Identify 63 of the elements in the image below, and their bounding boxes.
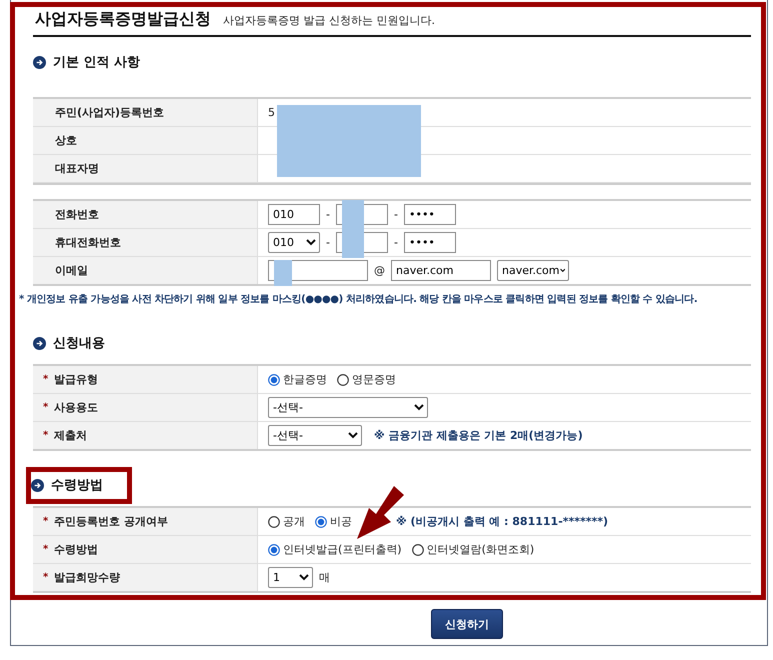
field-label: 수령방법 bbox=[54, 542, 98, 556]
required-mark: * bbox=[43, 516, 48, 528]
field-label: 사용용도 bbox=[54, 400, 98, 414]
note-text: ※ (비공개시 출력 예 : 881111-*******) bbox=[396, 514, 608, 528]
field-label: 주민(사업자)등록번호 bbox=[55, 106, 164, 120]
section-heading: 수령방법 bbox=[51, 478, 103, 493]
select-field[interactable]: -선택- bbox=[268, 397, 428, 418]
cell-value: 5 bbox=[268, 106, 275, 120]
separator-text: - bbox=[326, 236, 330, 250]
radio-button[interactable] bbox=[268, 544, 280, 556]
arrow-circle-icon bbox=[33, 337, 46, 350]
separator-text: - bbox=[326, 208, 330, 222]
caret-icon bbox=[414, 404, 424, 411]
radio-button[interactable] bbox=[412, 544, 424, 556]
radio-button[interactable] bbox=[268, 516, 280, 528]
caret-icon bbox=[306, 239, 316, 246]
radio-button[interactable] bbox=[315, 516, 327, 528]
caret-icon bbox=[348, 432, 358, 439]
field-label: 전화번호 bbox=[55, 208, 99, 222]
separator-text: - bbox=[394, 236, 398, 250]
input-field[interactable]: •••• bbox=[404, 232, 456, 253]
notice-text: * 개인정보 유출 가능성을 사전 차단하기 위해 일부 정보를 마스킹(●●●●) 처리하였습니다. 해당 칸을 마우스로 클릭하면 입력된 정보를 확인할 수 있습니다. bbox=[19, 294, 698, 306]
page-description: 사업자등록증명 발급 신청하는 민원입니다. bbox=[223, 13, 435, 28]
caret-icon bbox=[299, 574, 309, 581]
select-field[interactable]: -선택- bbox=[268, 425, 362, 446]
section-heading: 신청내용 bbox=[53, 336, 105, 351]
required-mark: * bbox=[43, 544, 48, 556]
field-label: 발급희망수량 bbox=[54, 570, 120, 584]
field-label: 주민등록번호 공개여부 bbox=[54, 514, 168, 528]
submit-button[interactable]: 신청하기 bbox=[431, 609, 503, 639]
radio-option[interactable]: 인터넷열람(화면조회) bbox=[412, 542, 534, 556]
unit-text: 매 bbox=[319, 570, 330, 584]
field-label: 이메일 bbox=[55, 264, 88, 278]
required-mark: * bbox=[43, 572, 48, 584]
select-field[interactable]: naver.com bbox=[497, 260, 569, 281]
field-label: 제출처 bbox=[54, 428, 88, 442]
at-sign: @ bbox=[374, 264, 385, 278]
arrow-circle-icon bbox=[31, 479, 44, 492]
radio-option[interactable]: 공개 bbox=[268, 514, 305, 528]
field-label: 발급유형 bbox=[54, 372, 98, 386]
page-title: 사업자등록증명발급신청 bbox=[35, 9, 211, 29]
radio-button[interactable] bbox=[337, 374, 349, 386]
radio-option[interactable]: 인터넷발급(프린터출력) bbox=[268, 542, 402, 556]
input-field[interactable]: 010 bbox=[268, 204, 320, 225]
section-heading: 기본 인적 사항 bbox=[53, 55, 140, 70]
required-mark: * bbox=[43, 430, 48, 442]
required-mark: * bbox=[43, 402, 48, 414]
field-label: 대표자명 bbox=[55, 162, 99, 176]
input-field[interactable]: naver.com bbox=[391, 260, 491, 281]
radio-option[interactable]: 비공 bbox=[315, 514, 352, 528]
field-label: 휴대전화번호 bbox=[55, 236, 121, 250]
separator-text: - bbox=[394, 208, 398, 222]
caret-icon bbox=[560, 267, 565, 274]
field-label: 상호 bbox=[55, 134, 77, 148]
arrow-circle-icon bbox=[33, 56, 46, 69]
note-text: ※ 금융기관 제출용은 기본 2매(변경가능) bbox=[374, 428, 583, 442]
radio-option[interactable]: 영문증명 bbox=[337, 372, 396, 386]
select-field[interactable]: 1 bbox=[268, 567, 313, 588]
select-field[interactable]: 010 bbox=[268, 232, 320, 253]
required-mark: * bbox=[43, 374, 48, 386]
radio-button[interactable] bbox=[268, 374, 280, 386]
input-field[interactable]: •••• bbox=[404, 204, 456, 225]
radio-option[interactable]: 한글증명 bbox=[268, 372, 327, 386]
